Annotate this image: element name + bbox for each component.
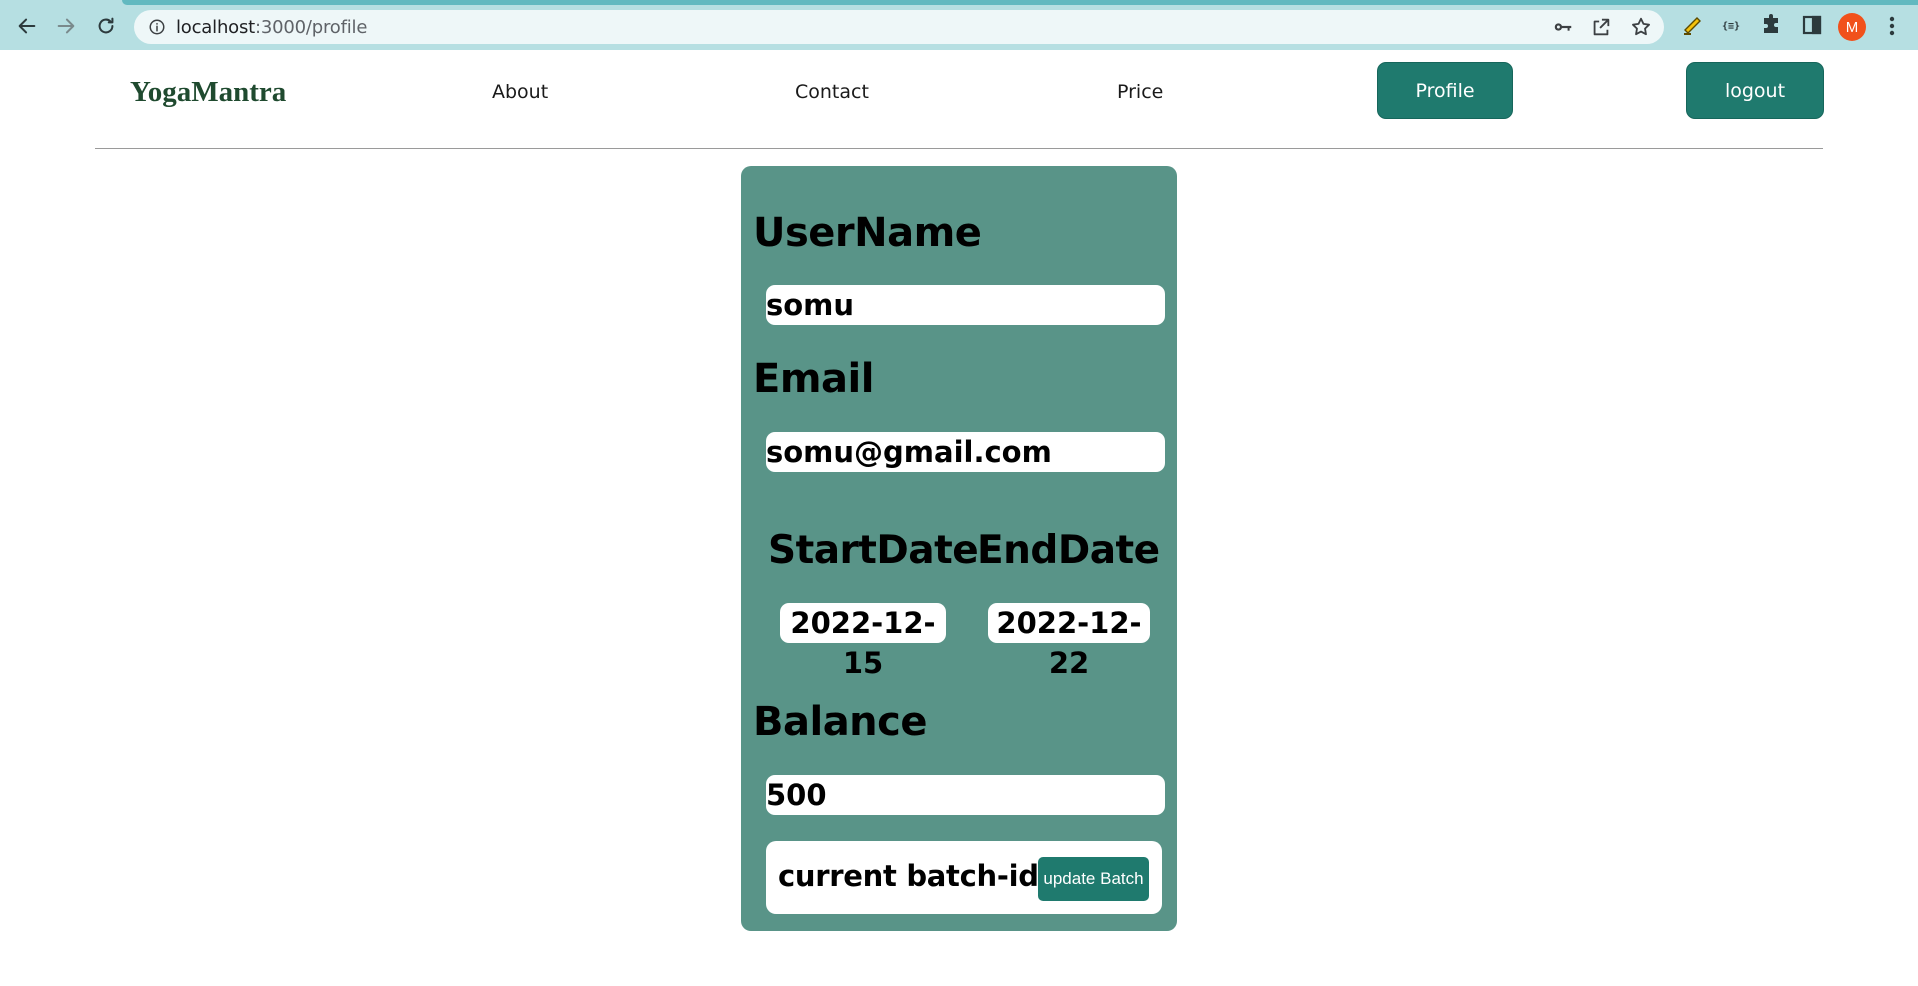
back-arrow-icon[interactable] <box>10 9 44 43</box>
header-divider <box>95 148 1823 149</box>
browser-toolbar: localhost:3000/profile {≡} M <box>0 0 1918 50</box>
username-field[interactable]: somu <box>766 285 1165 325</box>
batch-panel: current batch-id:3 update Batch <box>766 841 1162 914</box>
reload-icon[interactable] <box>89 9 123 43</box>
update-batch-button[interactable]: update Batch <box>1038 857 1149 901</box>
json-extension-icon[interactable]: {≡} <box>1719 13 1743 37</box>
url-host: localhost <box>176 17 255 38</box>
key-icon[interactable] <box>1552 16 1574 38</box>
site-header: YogaMantra About Contact Price Profile l… <box>0 50 1918 150</box>
profile-button[interactable]: Profile <box>1377 62 1513 119</box>
svg-text:{≡}: {≡} <box>1722 21 1740 32</box>
more-vert-icon[interactable] <box>1882 13 1902 39</box>
end-date-field[interactable]: 2022-12-22 <box>988 603 1150 680</box>
profile-avatar[interactable]: M <box>1838 13 1866 41</box>
email-label: Email <box>753 356 874 402</box>
nav-about-link[interactable]: About <box>492 81 548 103</box>
highlighter-extension-icon[interactable] <box>1680 13 1704 37</box>
puzzle-extensions-icon[interactable] <box>1760 13 1784 37</box>
address-bar[interactable]: localhost:3000/profile <box>134 10 1664 44</box>
email-field[interactable]: somu@gmail.com <box>766 432 1165 472</box>
profile-card: UserName somu Email somu@gmail.com Start… <box>741 166 1177 931</box>
share-icon[interactable] <box>1590 16 1612 38</box>
brand-logo[interactable]: YogaMantra <box>130 76 286 109</box>
end-date-label: EndDate <box>977 528 1160 573</box>
forward-arrow-icon[interactable] <box>49 9 83 43</box>
balance-label: Balance <box>753 699 928 745</box>
balance-field[interactable]: 500 <box>766 775 1165 815</box>
start-date-field[interactable]: 2022-12-15 <box>780 603 946 680</box>
url-path: :3000/profile <box>255 17 368 38</box>
star-icon[interactable] <box>1630 16 1652 38</box>
info-icon[interactable] <box>148 18 166 36</box>
url-text[interactable]: localhost:3000/profile <box>176 17 367 38</box>
logout-button[interactable]: logout <box>1686 62 1824 119</box>
username-label: UserName <box>753 210 982 256</box>
start-date-label: StartDate <box>768 528 979 573</box>
side-panel-icon[interactable] <box>1800 13 1824 37</box>
nav-contact-link[interactable]: Contact <box>795 81 869 103</box>
current-batch-text: current batch-id:3 <box>778 859 1070 893</box>
nav-price-link[interactable]: Price <box>1117 81 1163 103</box>
